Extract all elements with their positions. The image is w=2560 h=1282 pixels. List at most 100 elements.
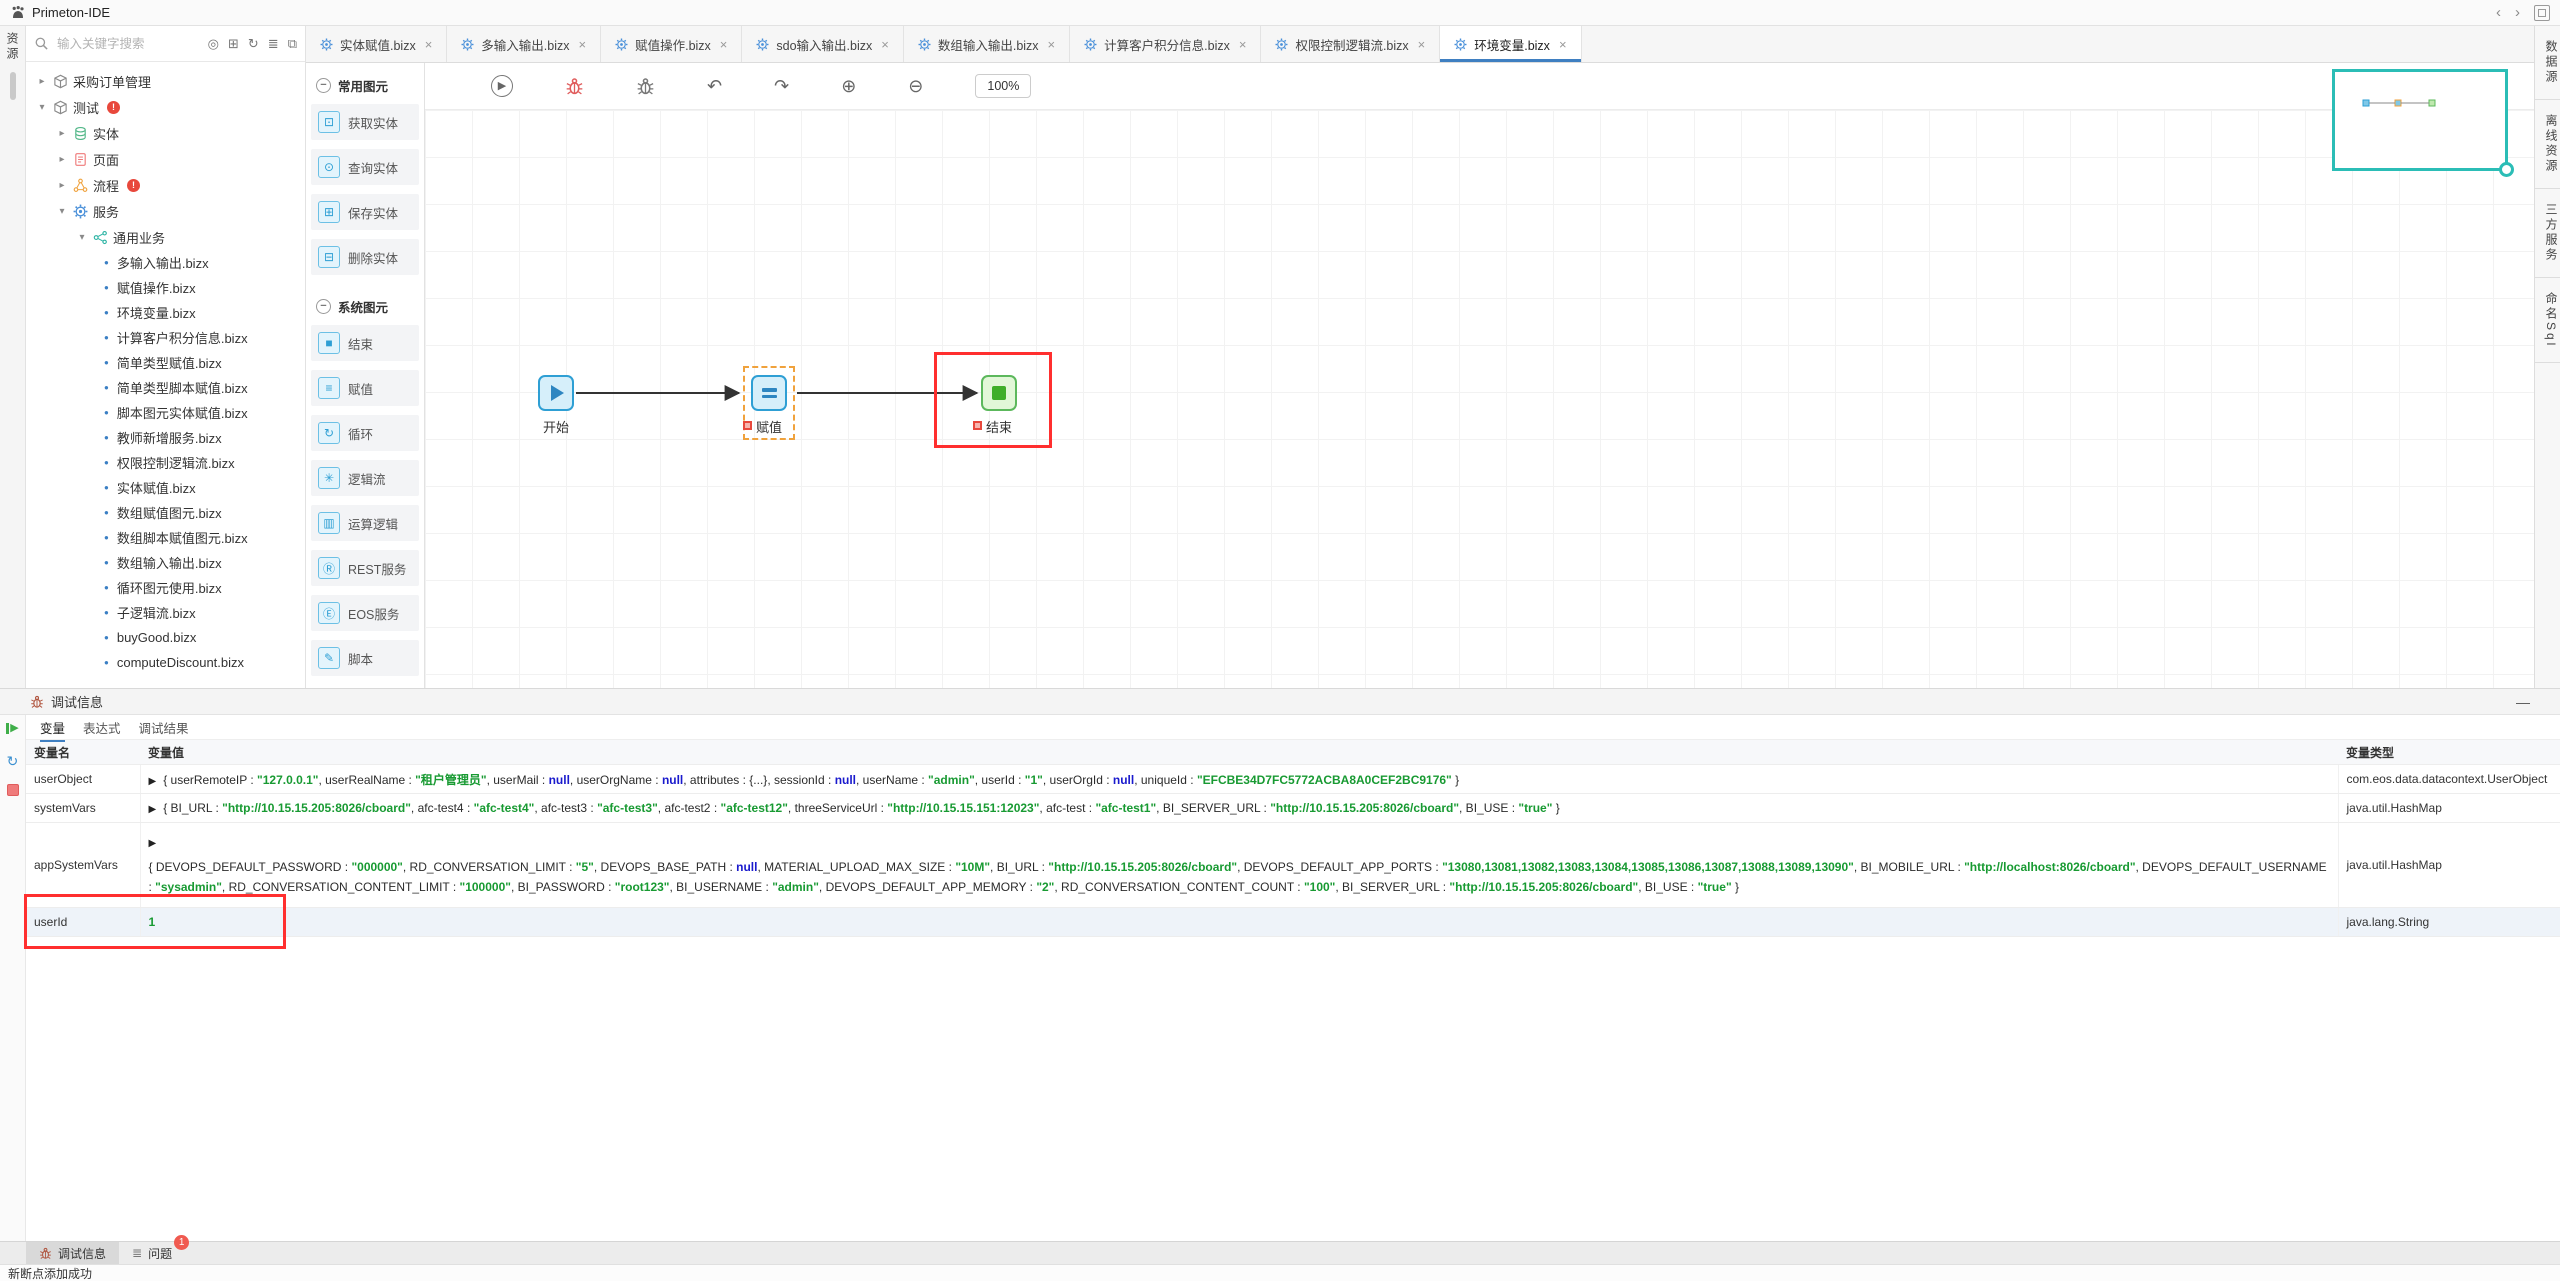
zoom-in-button[interactable]: ⊕ <box>841 77 856 95</box>
tree-node-test[interactable]: ▾ 测试 ! <box>26 94 305 120</box>
tab-expressions[interactable]: 表达式 <box>83 718 121 737</box>
editor-tab[interactable]: 数组输入输出.bizx × <box>904 26 1070 62</box>
collapse-section-icon[interactable]: − <box>316 299 331 314</box>
resume-button[interactable]: ▶ <box>6 723 18 734</box>
redo-button[interactable]: ↷ <box>774 77 789 95</box>
palette-item[interactable]: ⊡ 获取实体 <box>311 104 419 140</box>
tree-file[interactable]: 数组脚本赋值图元.bizx <box>26 525 305 550</box>
palette-item[interactable]: ↻ 循环 <box>311 415 419 451</box>
right-panel-tab[interactable]: 命名Sql <box>2535 278 2560 363</box>
editor-tab[interactable]: 多输入输出.bizx × <box>447 26 601 62</box>
palette-item[interactable]: ≡ 赋值 <box>311 370 419 406</box>
right-panel-tab[interactable]: 离线资源 <box>2535 100 2560 189</box>
palette-item[interactable]: ⊙ 查询实体 <box>311 149 419 185</box>
tree-file[interactable]: 数组赋值图元.bizx <box>26 500 305 525</box>
palette-section-header[interactable]: − 系统图元 <box>306 284 424 325</box>
run-button[interactable]: ▶ <box>491 75 513 97</box>
explorer-tool-icon[interactable]: ⊞ <box>228 36 239 52</box>
palette-item[interactable]: ⊞ 保存实体 <box>311 194 419 230</box>
save-layout-icon[interactable] <box>2534 5 2550 21</box>
palette-item[interactable]: ✳ 逻辑流 <box>311 460 419 496</box>
chevron-right-icon[interactable]: ▸ <box>56 154 68 165</box>
close-icon[interactable]: × <box>720 37 728 52</box>
chevron-down-icon[interactable]: ▾ <box>56 206 68 217</box>
tree-file[interactable]: 简单类型脚本赋值.bizx <box>26 375 305 400</box>
expand-icon[interactable]: ▶ <box>149 804 157 815</box>
tree-node-page[interactable]: ▸ 页面 <box>26 146 305 172</box>
tree-node-service[interactable]: ▾ 服务 <box>26 198 305 224</box>
close-icon[interactable]: × <box>579 37 587 52</box>
tree-file[interactable]: 子逻辑流.bizx <box>26 600 305 625</box>
table-row[interactable]: systemVars ▶{ BI_URL : "http://10.15.15.… <box>26 794 2560 823</box>
table-row[interactable]: userId 1 java.lang.String <box>26 908 2560 937</box>
palette-item[interactable]: ✎ 脚本 <box>311 640 419 676</box>
refresh-button[interactable]: ↻ <box>7 754 19 768</box>
bottom-tab-problems[interactable]: ≣ 问题 1 <box>119 1242 185 1264</box>
tree-file[interactable]: 计算客户积分信息.bizx <box>26 325 305 350</box>
editor-tab[interactable]: 环境变量.bizx × <box>1440 26 1581 62</box>
col-variable-name[interactable]: 变量名 <box>26 740 140 765</box>
palette-item[interactable]: ▥ 运算逻辑 <box>311 505 419 541</box>
tree-file[interactable]: 简单类型赋值.bizx <box>26 350 305 375</box>
tree-node-process[interactable]: ▸ 流程 ! <box>26 172 305 198</box>
tree-file[interactable]: 数组输入输出.bizx <box>26 550 305 575</box>
tree-file[interactable]: 脚本图元实体赋值.bizx <box>26 400 305 425</box>
palette-item[interactable]: Ⓡ REST服务 <box>311 550 419 586</box>
close-icon[interactable]: × <box>881 37 889 52</box>
strip-scroll-thumb[interactable] <box>10 72 16 100</box>
undo-button[interactable]: ↶ <box>707 77 722 95</box>
editor-tab[interactable]: 赋值操作.bizx × <box>601 26 742 62</box>
editor-tab[interactable]: sdo输入输出.bizx × <box>742 26 903 62</box>
col-variable-type[interactable]: 变量类型 <box>2338 740 2560 765</box>
col-variable-value[interactable]: 变量值 <box>140 740 2338 765</box>
chevron-down-icon[interactable]: ▾ <box>36 102 48 113</box>
tree-file[interactable]: 赋值操作.bizx <box>26 275 305 300</box>
editor-tab[interactable]: 实体赋值.bizx × <box>306 26 447 62</box>
palette-item[interactable]: ■ 结束 <box>311 325 419 361</box>
start-node[interactable] <box>538 375 574 411</box>
tree-node-purchase[interactable]: ▸ 采购订单管理 <box>26 68 305 94</box>
close-icon[interactable]: × <box>1048 37 1056 52</box>
tab-variables[interactable]: 变量 <box>40 718 65 737</box>
assign-node[interactable] <box>751 375 787 411</box>
tree-file[interactable]: 循环图元使用.bizx <box>26 575 305 600</box>
close-icon[interactable]: × <box>1559 37 1567 52</box>
close-icon[interactable]: × <box>1418 37 1426 52</box>
palette-item[interactable]: Ⓔ EOS服务 <box>311 595 419 631</box>
chevron-down-icon[interactable]: ▾ <box>76 232 88 243</box>
tree-file[interactable]: 权限控制逻辑流.bizx <box>26 450 305 475</box>
flow-canvas[interactable]: 开始 赋值 结束 <box>425 110 2534 688</box>
explorer-tool-icon[interactable]: ≣ <box>268 36 279 52</box>
breakpoint-icon[interactable] <box>973 421 982 430</box>
bottom-tab-debug-info[interactable]: 调试信息 <box>26 1242 119 1264</box>
debug-button[interactable] <box>565 77 584 96</box>
tree-file[interactable]: 实体赋值.bizx <box>26 475 305 500</box>
editor-tab[interactable]: 权限控制逻辑流.bizx × <box>1261 26 1440 62</box>
search-input[interactable] <box>55 36 202 52</box>
deploy-button[interactable] <box>636 77 655 96</box>
palette-item[interactable]: ⊟ 删除实体 <box>311 239 419 275</box>
right-panel-tab[interactable]: 数据源 <box>2535 26 2560 100</box>
tree-file[interactable]: 环境变量.bizx <box>26 300 305 325</box>
tab-debug-results[interactable]: 调试结果 <box>139 718 189 737</box>
explorer-tool-icon[interactable]: ◎ <box>208 36 219 52</box>
chevron-right-icon[interactable]: ▸ <box>56 128 68 139</box>
editor-tab[interactable]: 计算客户积分信息.bizx × <box>1070 26 1261 62</box>
collapse-section-icon[interactable]: − <box>316 78 331 93</box>
close-icon[interactable]: × <box>1239 37 1247 52</box>
explorer-tool-icon[interactable]: ↻ <box>248 36 259 52</box>
minimize-panel-button[interactable]: — <box>2516 694 2530 710</box>
tree-file[interactable]: computeDiscount.bizx <box>26 650 305 675</box>
chevron-right-icon[interactable]: ▸ <box>36 76 48 87</box>
zoom-level-indicator[interactable]: 100% <box>975 74 1031 98</box>
breakpoint-icon[interactable] <box>743 421 752 430</box>
tree-file[interactable]: buyGood.bizx <box>26 625 305 650</box>
expand-icon[interactable]: ▶ <box>149 776 157 787</box>
minimap[interactable] <box>2332 69 2508 171</box>
chevron-right-icon[interactable]: ▸ <box>56 180 68 191</box>
table-row[interactable]: appSystemVars ▶ { DEVOPS_DEFAULT_PASSWOR… <box>26 823 2560 908</box>
tree-node-common-business[interactable]: ▾ 通用业务 <box>26 224 305 250</box>
table-row[interactable]: userObject ▶{ userRemoteIP : "127.0.0.1"… <box>26 765 2560 794</box>
expand-icon[interactable]: ▶ <box>149 838 157 849</box>
stop-button[interactable] <box>7 784 19 796</box>
